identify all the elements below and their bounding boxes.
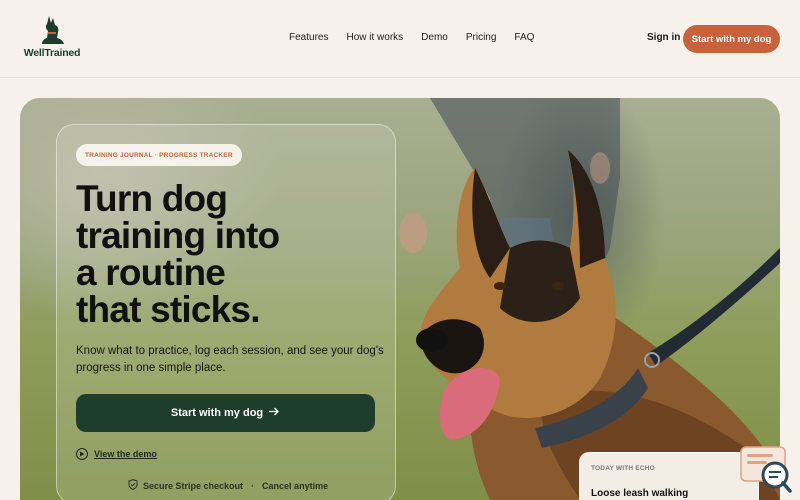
- hero-start-button-label: Start with my dog: [170, 407, 264, 419]
- chat-search-icon[interactable]: [737, 445, 793, 495]
- nav-item-features[interactable]: Features: [289, 32, 328, 43]
- nav-item-faq[interactable]: FAQ: [514, 32, 534, 43]
- brand-logo[interactable]: WellTrained: [22, 14, 82, 62]
- hero-eyebrow-badge: TRAINING JOURNAL · PROGRESS TRACKER: [76, 144, 242, 166]
- view-demo-label: View the demo: [94, 449, 157, 459]
- hero-title-line: training into: [76, 215, 280, 256]
- today-card-label: TODAY WITH ECHO: [591, 465, 655, 472]
- hero-title-line: that sticks.: [76, 289, 261, 330]
- hero-title: Turn dog training into a routine that st…: [76, 180, 396, 328]
- arrow-right-icon: [269, 407, 280, 419]
- header-start-button[interactable]: Start with my dog: [683, 25, 780, 53]
- shield-check-icon: [128, 479, 138, 492]
- trust-primary: Secure Stripe checkout: [143, 480, 244, 491]
- separator-dot: ·: [251, 480, 255, 491]
- hero-title-line: a routine: [76, 252, 226, 293]
- hero-section: TRAINING JOURNAL · PROGRESS TRACKER Turn…: [20, 98, 780, 500]
- nav-item-how-it-works[interactable]: How it works: [346, 32, 403, 43]
- hero-title-line: Turn dog: [76, 178, 228, 219]
- trust-line: Secure Stripe checkout · Cancel anytime: [128, 479, 328, 492]
- hero-subtitle: Know what to practice, log each session,…: [76, 345, 384, 374]
- nav-item-pricing[interactable]: Pricing: [466, 32, 497, 43]
- play-circle-icon: [76, 448, 88, 460]
- site-header: WellTrained Features How it works Demo P…: [0, 0, 800, 78]
- nav-item-demo[interactable]: Demo: [421, 32, 448, 43]
- today-card-task: Loose leash walking: [591, 488, 689, 499]
- trust-secondary: Cancel anytime: [262, 480, 329, 491]
- sign-in-link[interactable]: Sign in: [647, 32, 680, 43]
- dog-silhouette-icon: [42, 16, 64, 44]
- main-nav: Features How it works Demo Pricing FAQ: [289, 32, 552, 43]
- hero-start-button[interactable]: Start with my dog: [76, 394, 375, 432]
- brand-name: WellTrained: [23, 47, 81, 59]
- view-demo-link[interactable]: View the demo: [76, 448, 157, 460]
- today-card[interactable]: TODAY WITH ECHO Loose leash walking: [579, 452, 759, 500]
